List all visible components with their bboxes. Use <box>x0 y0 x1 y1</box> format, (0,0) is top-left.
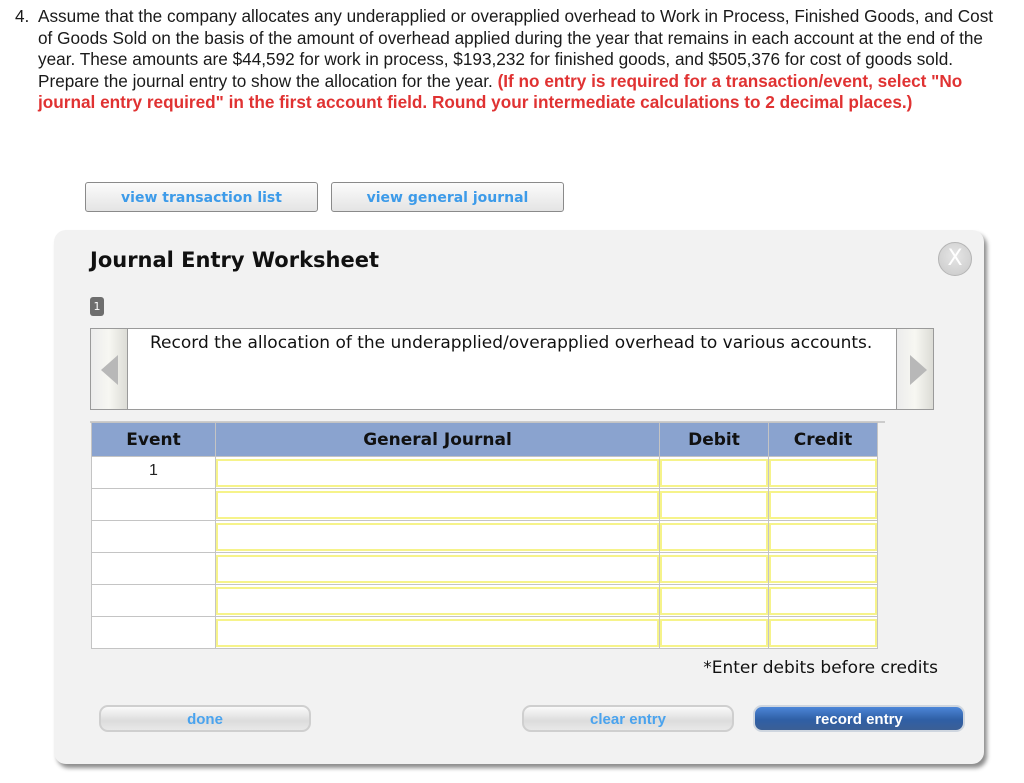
table-row <box>91 552 878 585</box>
account-field[interactable] <box>216 554 659 583</box>
account-field[interactable] <box>216 458 659 487</box>
debit-field[interactable] <box>660 490 768 519</box>
credit-field[interactable] <box>769 554 877 583</box>
account-field[interactable] <box>216 490 659 519</box>
journal-table: Event General Journal Debit Credit 1 <box>91 422 878 649</box>
credit-field[interactable] <box>769 618 877 647</box>
event-cell <box>91 616 216 649</box>
debit-field[interactable] <box>660 522 768 551</box>
table-row <box>91 584 878 617</box>
question: 4. Assume that the company allocates any… <box>15 6 1005 114</box>
close-icon[interactable]: X <box>938 242 972 276</box>
column-header-general-journal: General Journal <box>215 422 660 457</box>
chevron-right-icon <box>910 355 927 385</box>
journal-entry-worksheet: Journal Entry Worksheet X 1 Record the a… <box>54 230 984 764</box>
debit-field[interactable] <box>660 586 768 615</box>
event-cell <box>91 584 216 617</box>
debit-field[interactable] <box>660 618 768 647</box>
column-header-event: Event <box>91 422 216 457</box>
credit-field[interactable] <box>769 522 877 551</box>
column-header-credit: Credit <box>768 422 878 457</box>
question-number: 4. <box>15 6 30 26</box>
event-cell: 1 <box>91 456 216 489</box>
chevron-left-icon <box>101 355 118 385</box>
table-row: 1 <box>91 456 878 489</box>
previous-button[interactable] <box>90 328 128 410</box>
table-row <box>91 488 878 521</box>
view-transaction-list-button[interactable]: view transaction list <box>85 182 318 212</box>
debits-before-credits-hint: *Enter debits before credits <box>703 658 938 678</box>
page-badge[interactable]: 1 <box>90 297 104 316</box>
account-field[interactable] <box>216 586 659 615</box>
close-glyph: X <box>947 246 963 271</box>
event-cell <box>91 552 216 585</box>
done-button[interactable]: done <box>99 705 311 732</box>
clear-entry-button[interactable]: clear entry <box>522 705 734 732</box>
record-entry-button[interactable]: record entry <box>753 705 965 732</box>
account-field[interactable] <box>216 618 659 647</box>
worksheet-title: Journal Entry Worksheet <box>90 248 380 272</box>
table-row <box>91 520 878 553</box>
table-header: Event General Journal Debit Credit <box>91 422 878 457</box>
credit-field[interactable] <box>769 458 877 487</box>
transaction-instruction: Record the allocation of the underapplie… <box>128 328 896 410</box>
credit-field[interactable] <box>769 490 877 519</box>
credit-field[interactable] <box>769 586 877 615</box>
debit-field[interactable] <box>660 458 768 487</box>
view-general-journal-button[interactable]: view general journal <box>331 182 564 212</box>
debit-field[interactable] <box>660 554 768 583</box>
table-row <box>91 616 878 649</box>
event-cell <box>91 488 216 521</box>
event-cell <box>91 520 216 553</box>
next-button[interactable] <box>896 328 934 410</box>
column-header-debit: Debit <box>659 422 769 457</box>
account-field[interactable] <box>216 522 659 551</box>
